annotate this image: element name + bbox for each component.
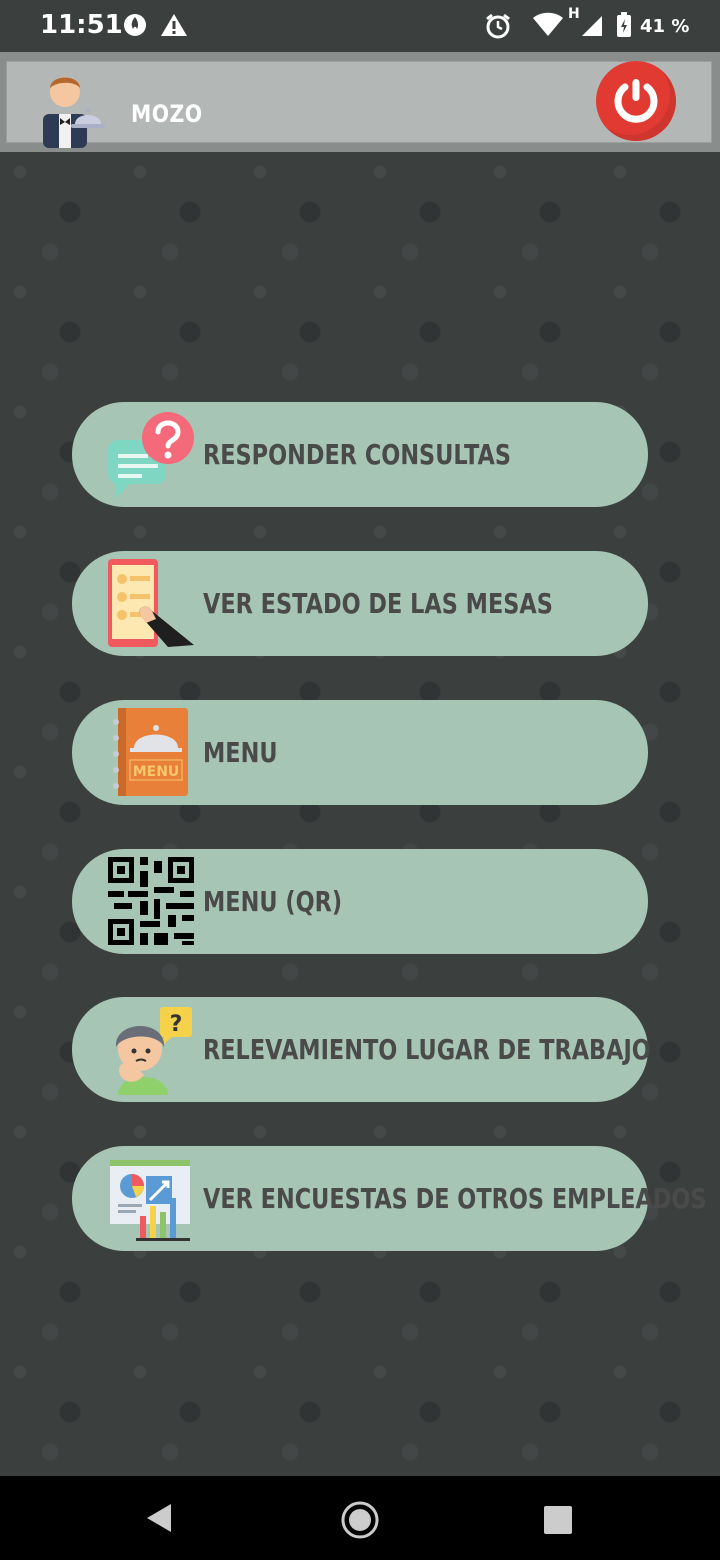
ver-encuestas-otros-empleados-button[interactable]: VER ENCUESTAS DE OTROS EMPLEADOS xyxy=(72,1146,707,1251)
menu-item-label: MENU xyxy=(203,736,278,769)
stats-board-icon xyxy=(106,1154,196,1244)
waiter-avatar-icon xyxy=(29,68,109,153)
thinking-person-icon: ? xyxy=(106,1005,196,1095)
recents-icon[interactable] xyxy=(544,1506,572,1534)
menu-item-label: MENU (QR) xyxy=(203,885,343,918)
qr-code-icon xyxy=(106,857,196,947)
menu-book-icon: MENU xyxy=(106,708,196,798)
system-nav-bar xyxy=(0,1476,720,1560)
page-title: MOZO xyxy=(131,100,203,128)
menu-book-text: MENU xyxy=(133,764,180,780)
battery-icon xyxy=(616,12,632,43)
menu-qr-button[interactable]: MENU (QR) xyxy=(72,849,648,954)
back-icon[interactable] xyxy=(145,1502,173,1539)
flame-icon xyxy=(122,12,148,43)
battery-percent: 41 % xyxy=(640,16,690,37)
phone-list-icon xyxy=(106,559,196,649)
logout-button[interactable] xyxy=(596,61,676,141)
home-icon[interactable] xyxy=(340,1500,380,1545)
signal-icon xyxy=(580,12,604,43)
menu-item-label: RESPONDER CONSULTAS xyxy=(203,438,511,471)
warning-icon xyxy=(160,12,188,43)
menu-item-label: RELEVAMIENTO LUGAR DE TRABAJO xyxy=(203,1033,651,1066)
ver-estado-mesas-button[interactable]: VER ESTADO DE LAS MESAS xyxy=(72,551,648,656)
background-pattern xyxy=(0,152,720,1476)
wifi-icon xyxy=(532,12,564,43)
relevamiento-lugar-trabajo-button[interactable]: ? RELEVAMIENTO LUGAR DE TRABAJO xyxy=(72,997,651,1102)
menu-item-label: VER ENCUESTAS DE OTROS EMPLEADOS xyxy=(203,1182,707,1215)
menu-button[interactable]: MENU MENU xyxy=(72,700,648,805)
clock: 11:51 xyxy=(40,10,123,40)
menu-item-label: VER ESTADO DE LAS MESAS xyxy=(203,587,553,620)
network-type: H xyxy=(568,6,580,22)
power-icon xyxy=(596,61,676,146)
svg-text:?: ? xyxy=(170,1012,183,1037)
alarm-icon xyxy=(484,12,512,45)
chat-question-icon xyxy=(106,410,196,500)
status-bar: 11:51 H 41 % xyxy=(0,0,720,52)
responder-consultas-button[interactable]: RESPONDER CONSULTAS xyxy=(72,402,648,507)
